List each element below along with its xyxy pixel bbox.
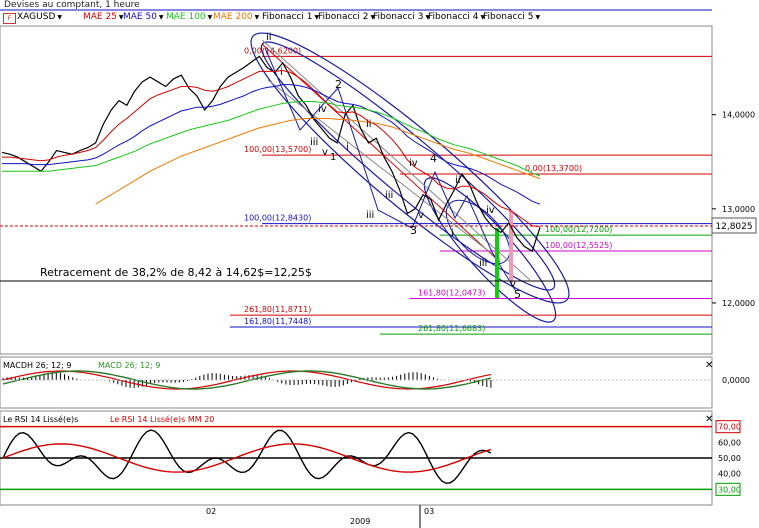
close-macd-icon[interactable]: ✕ [705,360,713,371]
fib-label: 161,80(12,0473) [418,288,485,297]
rsi-level-label: 70,00 [718,423,741,432]
wave-label: iv [318,104,327,115]
rsi-title-2: Le RSI 14 Lissé(e)s MM 20 [110,414,214,424]
channel-line-grey [261,39,531,281]
y-tick-label: 12,0000 [722,299,755,308]
year-label: 2009 [350,517,370,526]
wave-label: 3 [410,224,417,237]
projection-bar-green [495,228,499,298]
fib-label: 100,00(12,5525) [545,241,612,250]
wave-label: iv [409,158,418,169]
projection-bar-pink [509,210,513,282]
wave-label: iii [385,190,393,201]
time-label-03: 03 [424,507,434,516]
retracement-annotation: Retracement de 38,2% de 8,42 à 14,62$=12… [40,266,312,279]
chart-canvas: 0,00(14,6200)100,00(13,5700)0,00(13,3700… [0,9,757,528]
wave-label: iii [310,137,318,148]
y-tick-label: 14,0000 [722,111,755,120]
wave-label: ii [455,175,461,186]
rsi-level-label: 30,00 [718,485,741,494]
macd-title: MACDH 26; 12; 9 [3,361,71,370]
fib-label: 0,00(13,3700) [525,164,582,173]
fib-label: 261,80(11,6683) [418,324,485,333]
wave-label: v [418,210,424,221]
fib-label: 100,00(13,5700) [244,145,311,154]
wave-label: ii [266,32,272,43]
wave-label: 1 [330,152,336,163]
wave-label: 2 [335,78,342,91]
wave-label: 4 [430,152,437,165]
fib-label: 261,80(11,8711) [244,305,311,314]
rsi-line [2,429,492,484]
current-price-label: 12,8025 [715,222,752,232]
wave-label: i [451,228,454,239]
fib-label: 161,80(11,7448) [244,317,311,326]
close-rsi-icon[interactable]: ✕ [705,414,713,425]
rsi-title: Le RSI 14 Lissé(e)s [3,414,78,424]
channel-line-grey [267,79,501,261]
y-tick-label: 13,0000 [722,205,755,214]
wave-label: v [322,147,328,158]
wave-label: i [346,142,349,153]
wave-label: iii [366,210,374,221]
price-panel-frame [0,25,713,355]
wave-label: iii [479,258,487,269]
ma-series-line [95,118,541,205]
rsi-level-label: 40,00 [718,470,741,479]
fib-label: 100,00(12,8430) [244,214,311,223]
wave-label: iv [486,205,495,216]
wave-label: i [280,67,283,78]
rsi-level-label: 60,00 [718,438,741,447]
ma-series-line [2,101,541,177]
macd-title-2: MACD 26; 12; 9 [98,361,160,370]
time-label-02: 02 [206,507,216,516]
wave-label: ii [366,119,372,130]
rsi-level-label: 50,00 [718,454,741,463]
fib-label: 100,00(12,7200) [545,225,612,234]
wave-label: 5 [514,288,521,301]
macd-axis-label: 0,0000 [722,376,750,385]
